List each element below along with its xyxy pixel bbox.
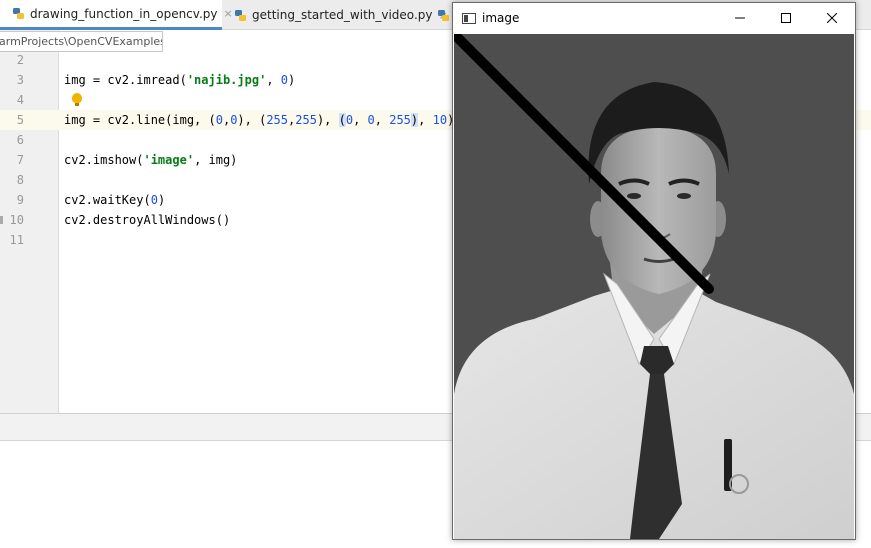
line-number: 7 [16, 153, 24, 167]
line-number: 10 [9, 213, 24, 227]
tab-label: drawing_function_in_opencv.py [30, 6, 218, 21]
line-number: 3 [16, 73, 24, 87]
close-button[interactable] [809, 3, 855, 33]
line-number: 2 [16, 53, 24, 67]
minimize-button[interactable] [717, 3, 763, 33]
close-icon [827, 13, 837, 23]
line-number: 8 [16, 173, 24, 187]
maximize-button[interactable] [763, 3, 809, 33]
line-number: 4 [16, 93, 24, 107]
lightbulb-icon[interactable] [72, 93, 82, 106]
window-title-bar[interactable]: image [453, 3, 855, 33]
code-text: cv2.waitKey(0) [64, 193, 166, 207]
tab-partial[interactable] [427, 0, 452, 30]
code-text: cv2.imshow('image', img) [64, 153, 238, 167]
minimize-icon [735, 17, 745, 19]
breadcrumb[interactable]: armProjects\OpenCVExamples [0, 31, 163, 52]
tab-label: getting_started_with_video.py [252, 8, 433, 22]
python-file-icon [437, 9, 450, 22]
line-number: 11 [9, 233, 24, 247]
python-file-icon [234, 9, 247, 22]
python-file-icon [12, 7, 25, 20]
maximize-icon [781, 13, 791, 23]
line-number: 6 [16, 133, 24, 147]
tab-drawing-function[interactable]: drawing_function_in_opencv.py × [0, 0, 233, 30]
image-canvas [454, 34, 854, 539]
code-text: img = cv2.imread('najib.jpg', 0) [64, 73, 296, 87]
window-title: image [482, 11, 520, 25]
breadcrumb-path: armProjects\OpenCVExamples [0, 35, 163, 48]
portrait-photo [454, 34, 854, 539]
image-window[interactable]: image [452, 2, 856, 540]
line-number: 5 [16, 113, 24, 127]
line-number: 9 [16, 193, 24, 207]
tab-getting-started-video[interactable]: getting_started_with_video.py × [222, 0, 448, 30]
code-text: cv2.destroyAllWindows() [64, 213, 231, 227]
code-text: img = cv2.line(img, (0,0), (255,255), (0… [64, 113, 455, 127]
face [601, 126, 716, 294]
window-app-icon [462, 12, 476, 24]
